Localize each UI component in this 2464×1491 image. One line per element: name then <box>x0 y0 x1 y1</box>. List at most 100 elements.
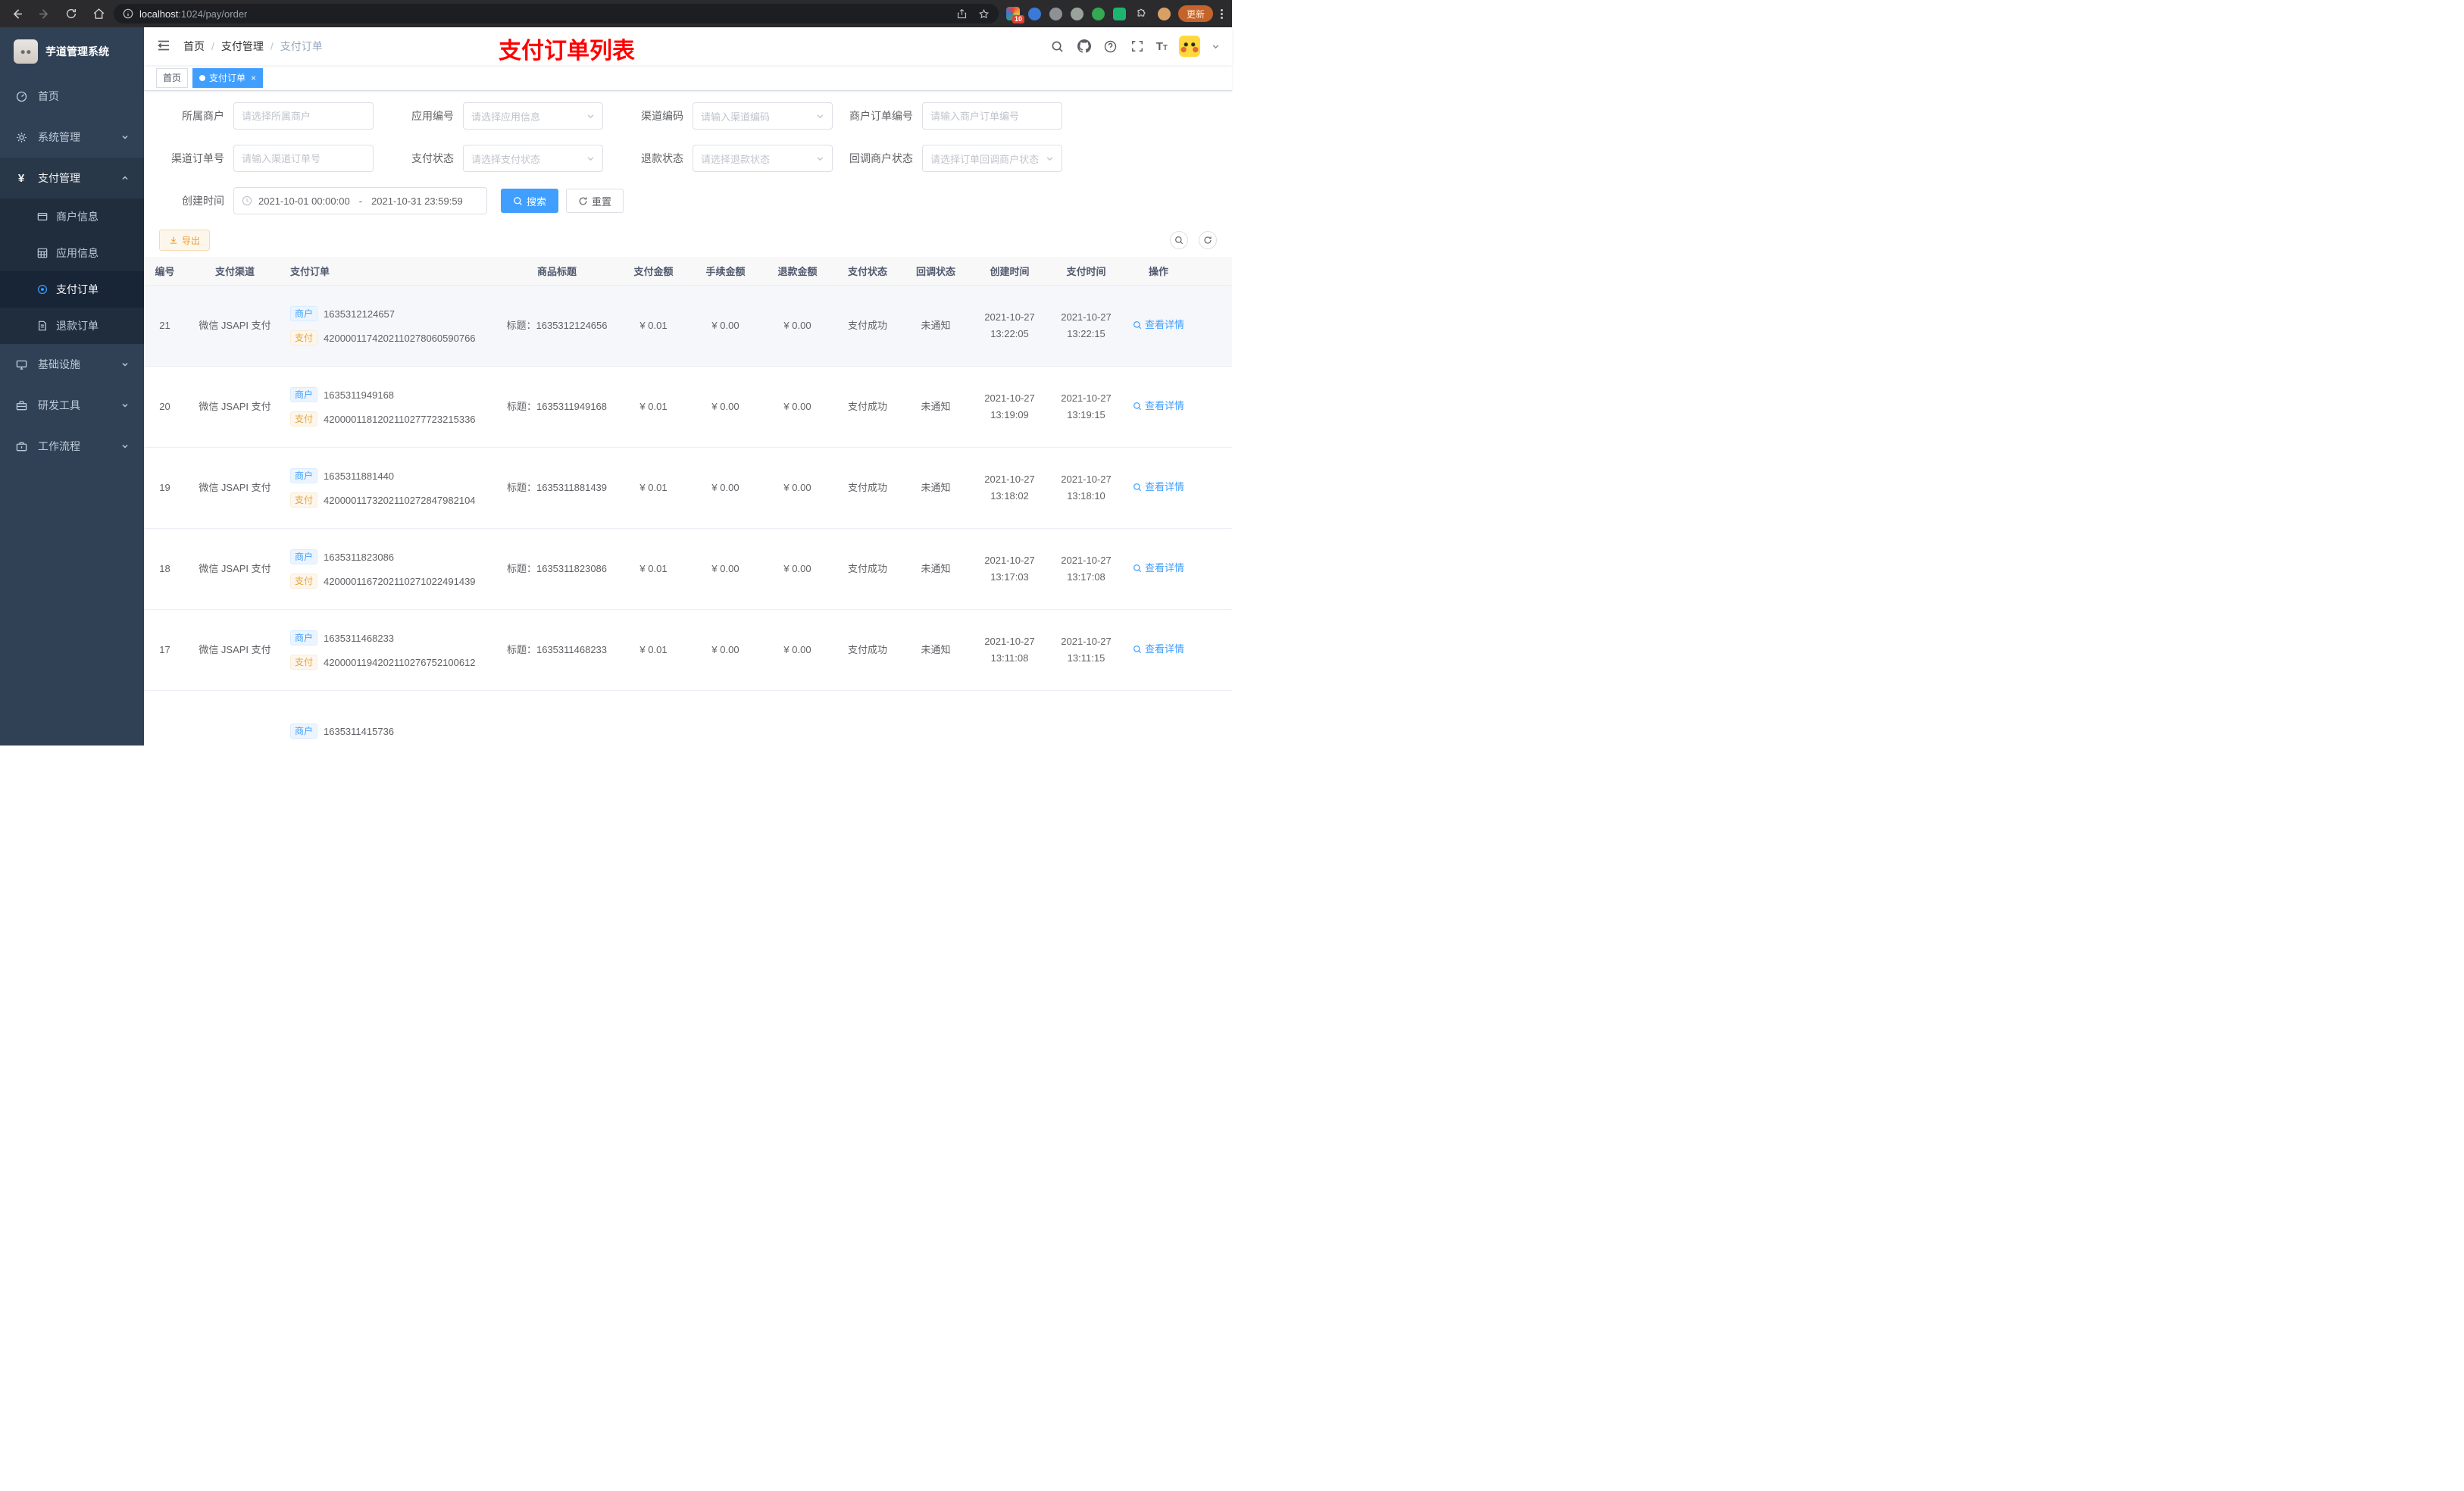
extension-icon-blue[interactable] <box>1027 7 1041 20</box>
font-size-icon[interactable]: TT <box>1156 41 1168 52</box>
pay-order-no: 4200001181202110277723215336 <box>324 413 476 425</box>
merchant-order-no: 1635311881440 <box>324 470 395 482</box>
view-detail-link[interactable]: 查看详情 <box>1133 479 1184 495</box>
sidebar-item-workflow[interactable]: 工作流程 <box>0 426 144 467</box>
sidebar-item-payment[interactable]: ¥ 支付管理 <box>0 158 144 198</box>
download-icon <box>170 236 177 244</box>
extension-icon-green-circle[interactable] <box>1091 7 1105 20</box>
breadcrumb-payment[interactable]: 支付管理 <box>221 39 264 54</box>
tag-close-icon[interactable]: × <box>251 73 256 83</box>
app-id-select[interactable]: 请选择应用信息 <box>463 102 603 130</box>
github-icon[interactable] <box>1077 39 1092 54</box>
table-row-partial: 商户 1635311415736 <box>144 691 1232 746</box>
sidebar-item-system[interactable]: 系统管理 <box>0 117 144 158</box>
chevron-down-icon <box>121 133 129 141</box>
export-button[interactable]: 导出 <box>159 230 211 251</box>
cell-id: 19 <box>159 481 170 493</box>
avatar-caret-icon[interactable] <box>1212 42 1220 51</box>
sidebar-item-label: 工作流程 <box>38 440 80 452</box>
filter-label: 回调商户状态 <box>849 152 913 164</box>
search-button[interactable]: 搜索 <box>501 189 559 213</box>
filter-label: 渠道订单号 <box>171 152 224 164</box>
browser-back-button[interactable] <box>9 6 24 21</box>
col-id: 编号 <box>155 266 175 277</box>
table-body: 21 微信 JSAPI 支付 商户 1635312124657 支付 42000… <box>144 286 1232 691</box>
reset-button[interactable]: 重置 <box>566 189 624 213</box>
cell-amount: ¥ 0.01 <box>639 562 668 574</box>
sidebar-item-home[interactable]: 首页 <box>0 76 144 117</box>
cell-action: 查看详情 <box>1123 560 1232 578</box>
profile-emoji-icon[interactable] <box>1157 7 1171 20</box>
channel-order-no-field[interactable] <box>242 152 365 164</box>
refund-status-select[interactable]: 请选择退款状态 <box>693 145 833 172</box>
site-info-icon[interactable] <box>123 8 133 19</box>
view-detail-link[interactable]: 查看详情 <box>1133 398 1184 414</box>
cell-channel: 微信 JSAPI 支付 <box>199 400 271 412</box>
cell-pay-time: 2021-10-27 13:19:15 <box>1061 392 1112 420</box>
search-icon <box>1134 321 1142 330</box>
sidebar-item-app-info[interactable]: 应用信息 <box>0 235 144 271</box>
hamburger-icon[interactable] <box>156 38 173 55</box>
extension-icon-green-square[interactable] <box>1112 7 1126 20</box>
merchant-order-no-field[interactable] <box>930 110 1054 122</box>
filter-label: 渠道编码 <box>641 110 683 122</box>
cell-create-time: 2021-10-27 13:19:09 <box>984 392 1035 420</box>
bookmark-star-icon[interactable] <box>978 8 990 20</box>
refresh-table-button[interactable] <box>1199 231 1217 249</box>
help-icon[interactable] <box>1103 39 1118 54</box>
sidebar-item-label: 应用信息 <box>56 247 98 259</box>
search-icon <box>514 196 523 205</box>
notify-status-select[interactable]: 请选择订单回调商户状态 <box>922 145 1062 172</box>
refresh-icon <box>579 196 587 205</box>
logo-avatar <box>14 39 38 64</box>
sidebar-item-dev-tools[interactable]: 研发工具 <box>0 385 144 426</box>
extension-icon-badged[interactable]: 10 <box>1005 7 1024 23</box>
page-content: 所属商户 应用编号 请选择应用信息 渠道编码 <box>144 91 1232 746</box>
share-icon[interactable] <box>956 8 968 20</box>
channel-code-select[interactable]: 请输入渠道编码 <box>693 102 833 130</box>
breadcrumb-home[interactable]: 首页 <box>183 39 205 54</box>
sidebar-item-refund-order[interactable]: 退款订单 <box>0 308 144 344</box>
merchant-order-no-input[interactable] <box>922 102 1062 130</box>
cell-id: 18 <box>159 562 170 574</box>
gear-icon <box>15 131 27 143</box>
channel-order-no-input[interactable] <box>233 145 374 172</box>
cell-amount: ¥ 0.01 <box>639 319 668 331</box>
merchant-input[interactable] <box>233 102 374 130</box>
cell-channel: 微信 JSAPI 支付 <box>199 319 271 331</box>
search-icon[interactable] <box>1050 39 1065 54</box>
sidebar-item-infrastructure[interactable]: 基础设施 <box>0 344 144 385</box>
monitor-icon <box>15 358 27 370</box>
create-time-range-picker[interactable]: 2021-10-01 00:00:00 - 2021-10-31 23:59:5… <box>233 187 487 214</box>
browser-reload-button[interactable] <box>64 6 79 21</box>
view-detail-link[interactable]: 查看详情 <box>1133 641 1184 658</box>
extension-icon-sage[interactable] <box>1070 7 1083 20</box>
sidebar-item-pay-order[interactable]: 支付订单 <box>0 271 144 308</box>
tag-home[interactable]: 首页 <box>156 67 189 88</box>
browser-forward-button[interactable] <box>36 6 52 21</box>
view-detail-link[interactable]: 查看详情 <box>1133 317 1184 333</box>
cell-order: 商户 1635311881440 支付 42000011732021102728… <box>284 468 496 508</box>
user-avatar[interactable] <box>1179 36 1200 57</box>
pay-status-select[interactable]: 请选择支付状态 <box>463 145 603 172</box>
payment-submenu: 商户信息 应用信息 支付订单 退款订单 <box>0 198 144 344</box>
toggle-search-button[interactable] <box>1170 231 1188 249</box>
date-start[interactable]: 2021-10-01 00:00:00 <box>258 195 350 207</box>
browser-update-button[interactable]: 更新 <box>1177 5 1213 22</box>
sidebar-item-label: 退款订单 <box>56 320 98 332</box>
extensions-puzzle-icon[interactable] <box>1134 6 1149 21</box>
view-detail-link[interactable]: 查看详情 <box>1133 560 1184 577</box>
tag-pay-order[interactable]: 支付订单 × <box>192 67 264 88</box>
date-end[interactable]: 2021-10-31 23:59:59 <box>371 195 463 207</box>
cell-title: 标题：1635311468233 <box>506 643 608 655</box>
pay-order-no: 4200001173202110272847982104 <box>324 494 476 506</box>
tag-label: 支付订单 <box>209 73 246 83</box>
fullscreen-icon[interactable] <box>1130 39 1145 54</box>
sidebar-item-merchant-info[interactable]: 商户信息 <box>0 198 144 235</box>
browser-home-button[interactable] <box>91 6 106 21</box>
address-bar[interactable]: localhost:1024/pay/order <box>114 4 999 23</box>
sidebar-logo[interactable]: 芋道管理系统 <box>0 27 144 76</box>
merchant-input-field[interactable] <box>242 110 365 122</box>
browser-menu-button[interactable] <box>1221 8 1223 19</box>
extension-icon-gray[interactable] <box>1049 7 1062 20</box>
